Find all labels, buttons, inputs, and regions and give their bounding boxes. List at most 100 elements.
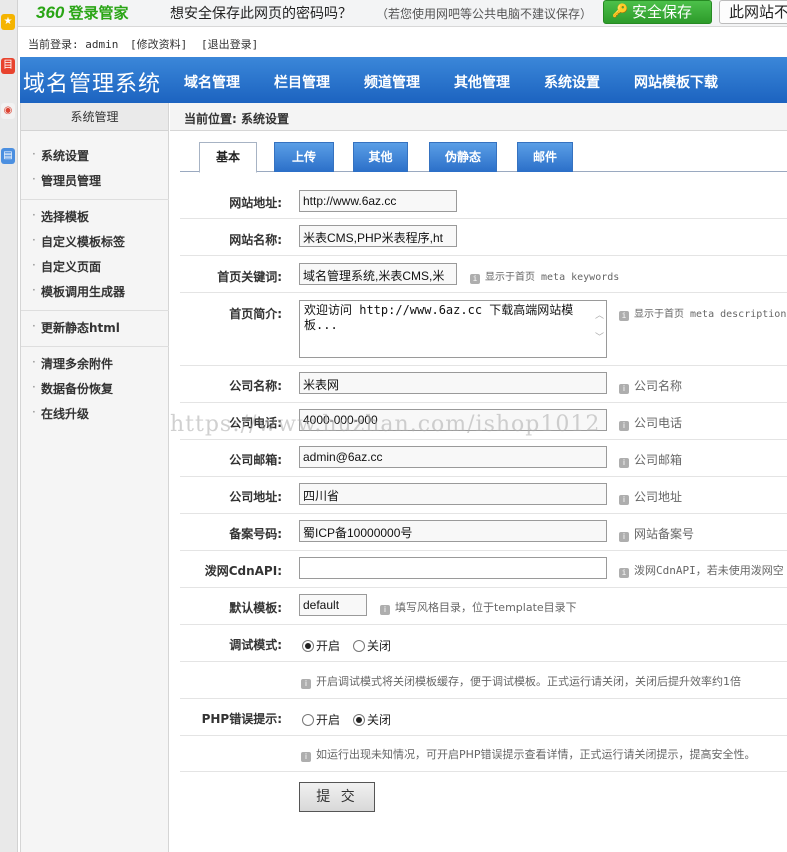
sidebar-item-online-upgrade[interactable]: 在线升级 xyxy=(32,405,89,422)
breadcrumb: 当前位置: 系统设置 xyxy=(170,103,787,131)
sidebar-title: 系统管理 xyxy=(21,103,168,131)
form-row: PHP错误提示: 开启 关闭 xyxy=(180,699,787,736)
tab-basic[interactable]: 基本 xyxy=(199,142,257,173)
sidebar-item-select-template[interactable]: 选择模板 xyxy=(32,208,89,225)
php-error-on-radio[interactable]: 开启 xyxy=(302,711,340,728)
form-row: i 如运行出现未知情况，可开启PHP错误提示查看详情，正式运行请关闭提示，提高安全… xyxy=(180,736,787,772)
tab-mail[interactable]: 邮件 xyxy=(517,142,573,172)
nav-domain-manage[interactable]: 域名管理 xyxy=(184,72,240,92)
key-icon: 🔑 xyxy=(612,4,629,19)
sidebar-item-admin-manage[interactable]: 管理员管理 xyxy=(32,172,101,189)
nav-system-settings[interactable]: 系统设置 xyxy=(544,72,600,92)
tab-other[interactable]: 其他 xyxy=(353,142,408,172)
default-template-hint: i 填写风格目录，位于template目录下 xyxy=(380,599,577,615)
tab-upload[interactable]: 上传 xyxy=(274,142,334,172)
sidebar-item-custom-tags[interactable]: 自定义模板标签 xyxy=(32,233,125,250)
icp-hint: i 网站备案号 xyxy=(619,525,694,542)
edit-profile-link[interactable]: [修改资料] xyxy=(130,36,187,52)
sidebar: 系统管理 系统设置 管理员管理 选择模板 自定义模板标签 自定义页面 模板调用生… xyxy=(20,103,169,852)
debug-mode-label: 调试模式: xyxy=(229,638,282,652)
form-row: 默认模板: default i 填写风格目录，位于template目录下 xyxy=(180,588,787,625)
radio-unchecked-icon[interactable] xyxy=(353,640,365,652)
php-error-label: PHP错误提示: xyxy=(201,712,282,726)
nav-column-manage[interactable]: 栏目管理 xyxy=(274,72,330,92)
sidebar-item-clean-attachments[interactable]: 清理多余附件 xyxy=(32,355,113,372)
debug-mode-hint: i 开启调试模式将关闭模板缓存，便于调试模板。正式运行请关闭，关闭后提升效率约1倍 xyxy=(301,673,741,689)
info-icon: i xyxy=(619,568,629,578)
info-icon: i xyxy=(619,384,629,394)
radio-checked-icon[interactable] xyxy=(302,640,314,652)
tab-pseudo-static[interactable]: 伪静态 xyxy=(429,142,497,172)
form-row: 网站名称: 米表CMS,PHP米表程序,ht xyxy=(180,219,787,256)
nav-channel-manage[interactable]: 频道管理 xyxy=(364,72,420,92)
info-icon: i xyxy=(619,458,629,468)
weibo-icon[interactable]: ◉ xyxy=(1,103,15,119)
company-phone-hint: i 公司电话 xyxy=(619,414,682,431)
note-icon[interactable]: 目 xyxy=(1,58,15,74)
description-hint: i 显示于首页 meta description xyxy=(619,305,786,321)
debug-on-radio[interactable]: 开启 xyxy=(302,637,340,654)
save-password-note: （若您使用网吧等公共电脑不建议保存） xyxy=(376,7,593,21)
company-name-input[interactable]: 米表网 xyxy=(299,372,607,394)
info-icon: i xyxy=(301,679,311,689)
cdn-api-input[interactable] xyxy=(299,557,607,579)
company-email-label: 公司邮箱: xyxy=(229,453,282,467)
watermark: https://www.huzhan.com/ishop1012 xyxy=(170,412,601,437)
form-row: 备案号码: 蜀ICP备10000000号 i 网站备案号 xyxy=(180,514,787,551)
form-row: 公司邮箱: admin@6az.cc i 公司邮箱 xyxy=(180,440,787,477)
sidebar-item-template-generator[interactable]: 模板调用生成器 xyxy=(32,283,125,300)
site-name-input[interactable]: 米表CMS,PHP米表程序,ht xyxy=(299,225,457,247)
scroll-arrows-icon[interactable]: ︿ ﹀ xyxy=(595,305,604,349)
sidebar-item-custom-page[interactable]: 自定义页面 xyxy=(32,258,101,275)
keywords-label: 首页关键词: xyxy=(217,270,282,284)
current-login: 当前登录: admin xyxy=(28,38,119,51)
settings-tabs: 基本 上传 其他 伪静态 邮件 xyxy=(180,142,787,173)
keywords-input[interactable]: 域名管理系统,米表CMS,米 xyxy=(299,263,457,285)
browser-sidebar-strip: ★ 目 ◉ ▤ xyxy=(0,0,18,852)
default-template-label: 默认模板: xyxy=(229,601,282,615)
php-error-hint: i 如运行出现未知情况，可开启PHP错误提示查看详情，正式运行请关闭提示，提高安全… xyxy=(301,746,756,762)
form-row: 调试模式: 开启 关闭 xyxy=(180,625,787,662)
system-brand: 域名管理系统 xyxy=(23,72,162,97)
top-header: 域名管理系统 域名管理 栏目管理 频道管理 其他管理 系统设置 网站模板下载 xyxy=(20,57,787,103)
radio-checked-icon[interactable] xyxy=(353,714,365,726)
logout-link[interactable]: [退出登录] xyxy=(201,36,258,52)
description-textarea[interactable]: 欢迎访问 http://www.6az.cc 下载高端网站模板... ︿ ﹀ xyxy=(299,300,607,358)
save-password-question: 想安全保存此网页的密码吗？ xyxy=(170,6,352,22)
company-address-label: 公司地址: xyxy=(229,490,282,504)
not-this-site-button[interactable]: 此网站不 xyxy=(719,0,787,24)
php-error-off-radio[interactable]: 关闭 xyxy=(353,711,391,728)
icp-label: 备案号码: xyxy=(229,527,282,541)
site-url-label: 网站地址: xyxy=(229,196,282,210)
keywords-hint: i 显示于首页 meta keywords xyxy=(470,268,619,284)
info-icon: i xyxy=(619,421,629,431)
sidebar-item-system-settings[interactable]: 系统设置 xyxy=(32,147,89,164)
safe-save-button[interactable]: 🔑 安全保存 xyxy=(603,0,712,24)
site-name-label: 网站名称: xyxy=(229,233,282,247)
nav-other-manage[interactable]: 其他管理 xyxy=(454,72,510,92)
site-url-input[interactable]: http://www.6az.cc xyxy=(299,190,457,212)
chat-icon[interactable]: ▤ xyxy=(1,148,15,164)
info-icon: i xyxy=(619,311,629,321)
description-label: 首页简介: xyxy=(229,307,282,321)
cdn-api-hint: i 泼网CdnAPI，若未使用泼网空 xyxy=(619,562,784,578)
icp-input[interactable]: 蜀ICP备10000000号 xyxy=(299,520,607,542)
company-email-hint: i 公司邮箱 xyxy=(619,451,682,468)
company-name-hint: i 公司名称 xyxy=(619,377,682,394)
sidebar-item-update-static[interactable]: 更新静态html xyxy=(32,319,120,336)
submit-button[interactable]: 提 交 xyxy=(299,782,375,812)
form-row: 公司名称: 米表网 i 公司名称 xyxy=(180,366,787,403)
company-name-label: 公司名称: xyxy=(229,379,282,393)
sidebar-item-backup-restore[interactable]: 数据备份恢复 xyxy=(32,380,113,397)
cdn-api-label: 泼网CdnAPI: xyxy=(204,564,282,578)
form-row: 网站地址: http://www.6az.cc xyxy=(180,172,787,219)
info-icon: i xyxy=(380,605,390,615)
star-icon[interactable]: ★ xyxy=(1,14,15,30)
form-row: 公司地址: 四川省 i 公司地址 xyxy=(180,477,787,514)
radio-unchecked-icon[interactable] xyxy=(302,714,314,726)
debug-off-radio[interactable]: 关闭 xyxy=(353,637,391,654)
company-address-input[interactable]: 四川省 xyxy=(299,483,607,505)
company-email-input[interactable]: admin@6az.cc xyxy=(299,446,607,468)
nav-template-download[interactable]: 网站模板下载 xyxy=(634,72,718,92)
default-template-input[interactable]: default xyxy=(299,594,367,616)
